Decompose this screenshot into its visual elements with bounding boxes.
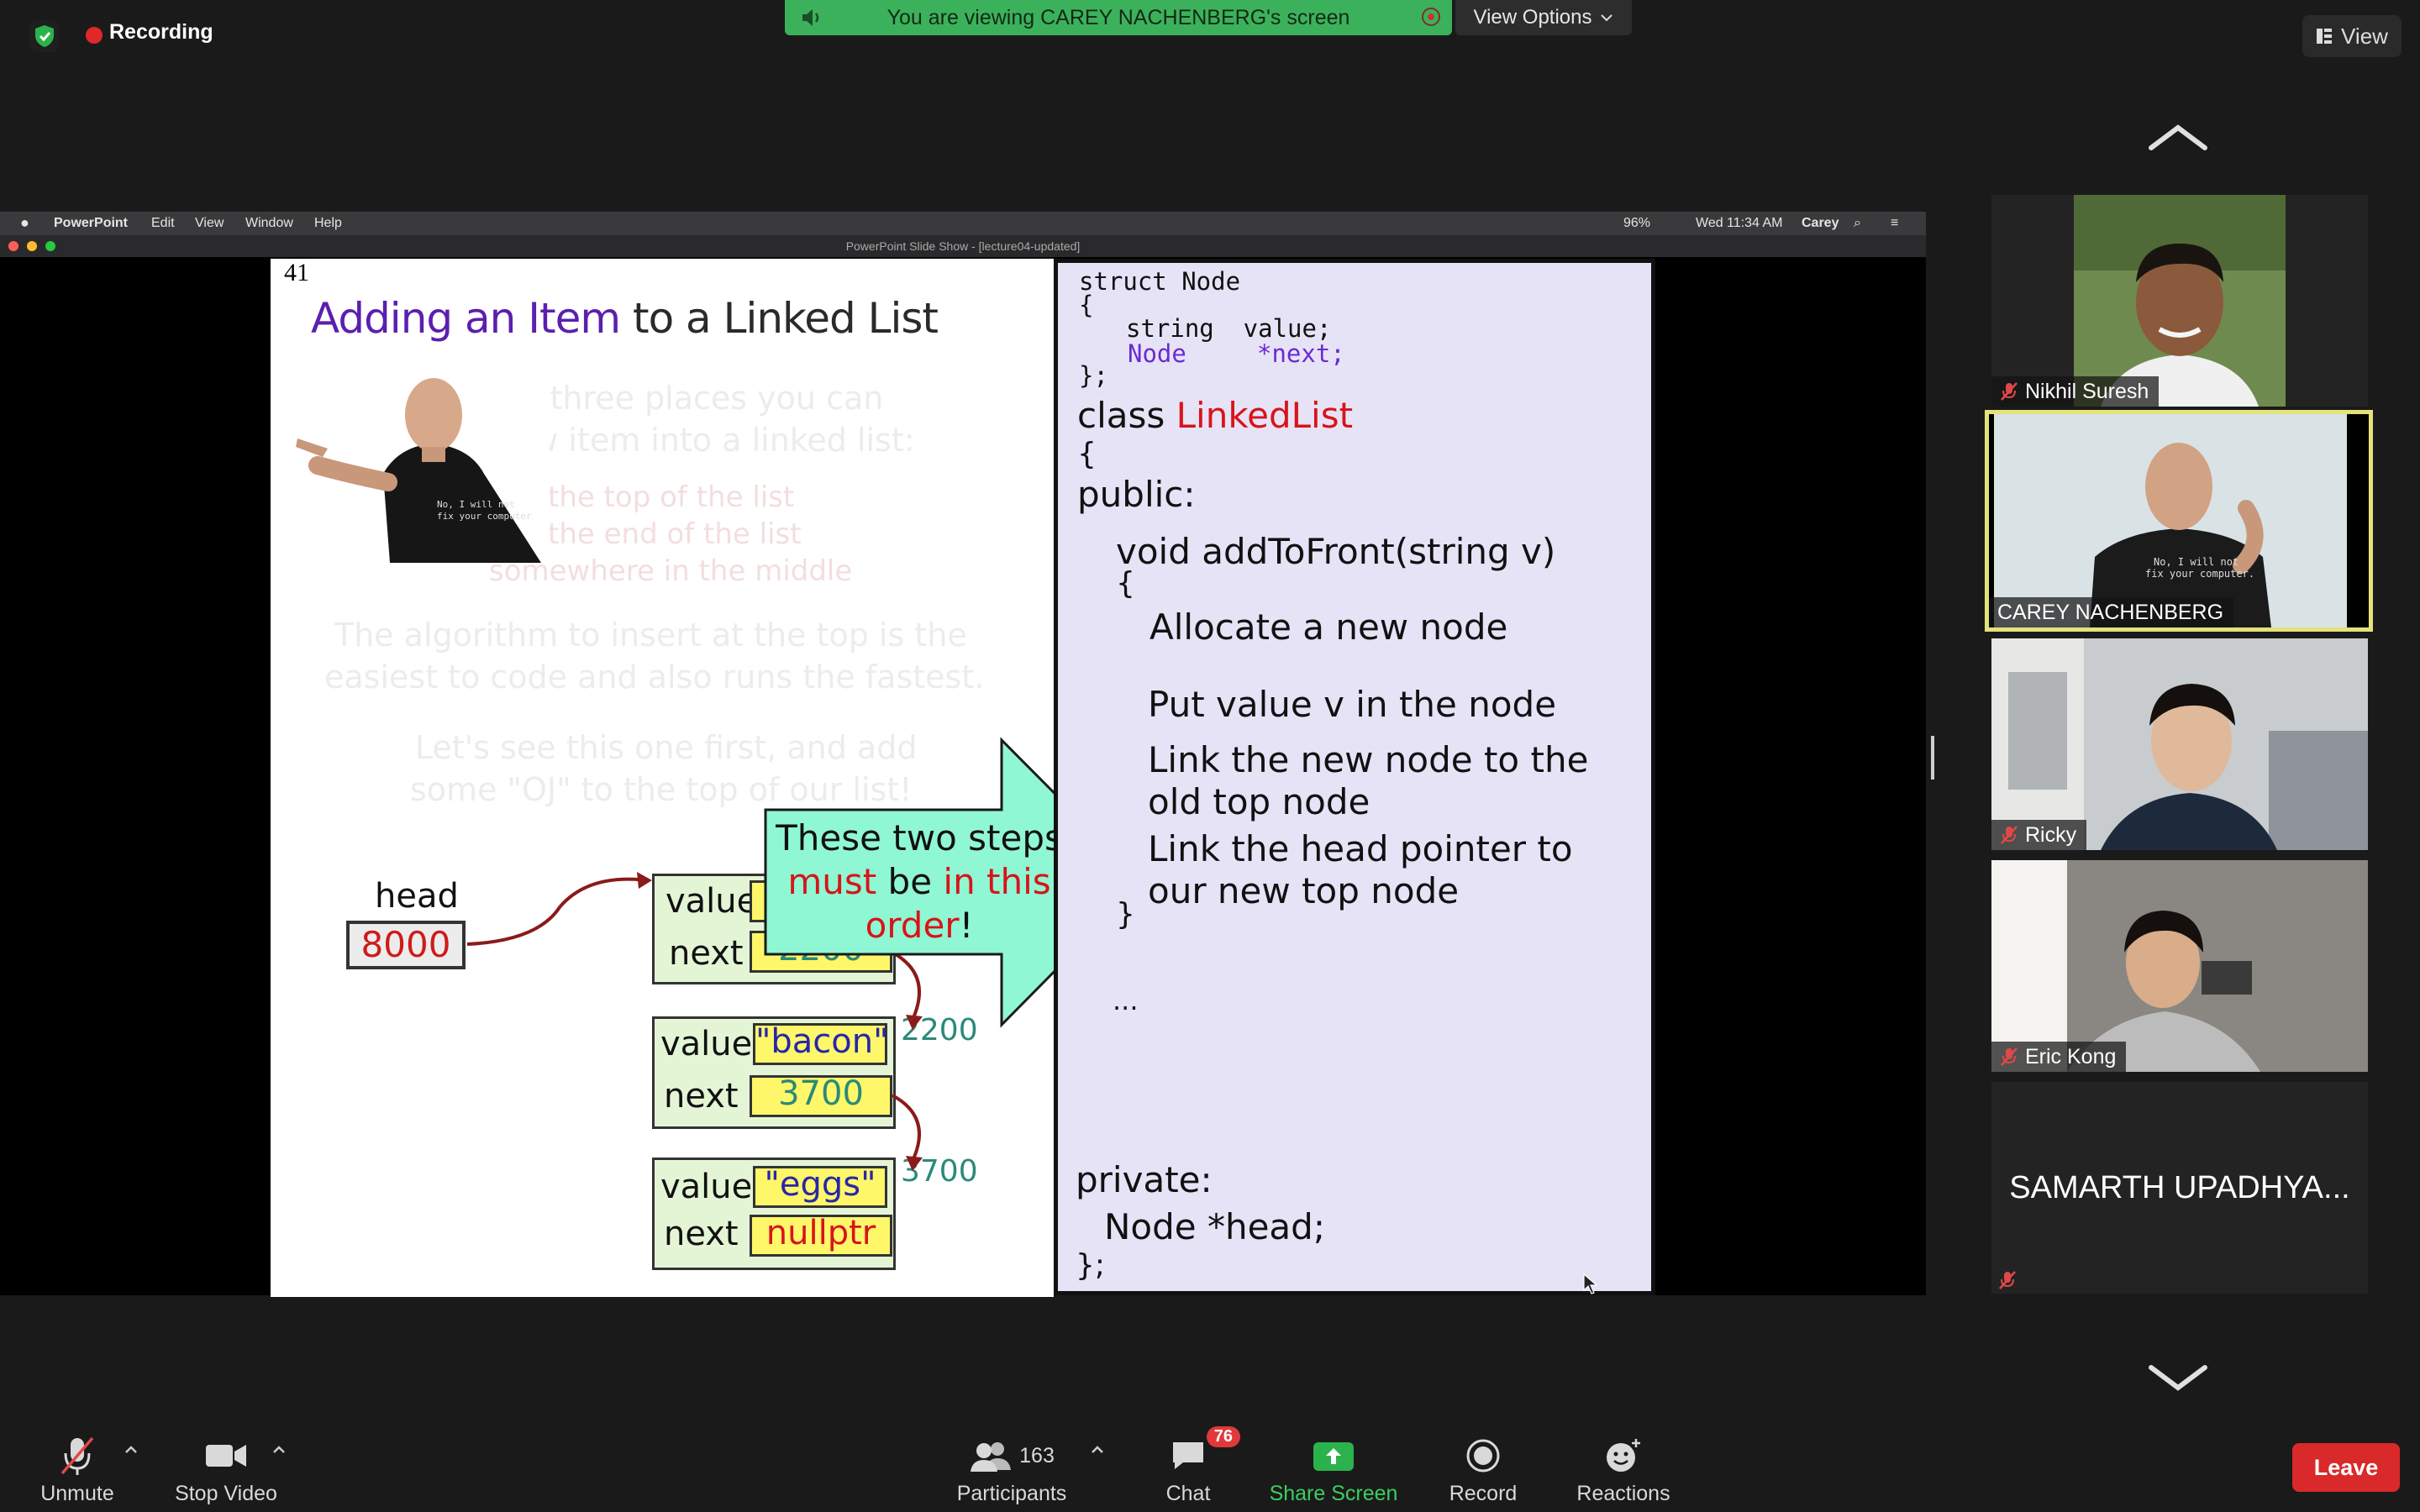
scroll-down-chevron-icon[interactable] bbox=[2148, 1362, 2208, 1393]
reactions-label: Reactions bbox=[1576, 1482, 1670, 1505]
callout-in-this: in this bbox=[943, 861, 1051, 902]
record-icon bbox=[1466, 1439, 1500, 1473]
participants-button[interactable]: 163 Participants bbox=[953, 1435, 1071, 1506]
record-label: Record bbox=[1449, 1482, 1518, 1505]
participants-count: 163 bbox=[1019, 1443, 1055, 1467]
panel-resize-handle[interactable] bbox=[1931, 736, 1934, 780]
video-feed-eric bbox=[1991, 860, 2368, 1072]
code-brace-open: { bbox=[1079, 291, 1094, 319]
chat-unread-badge: 76 bbox=[1206, 1426, 1240, 1447]
participants-icon bbox=[971, 1442, 1012, 1472]
mouse-cursor-icon bbox=[1583, 1273, 1598, 1294]
code-class-name: LinkedList bbox=[1176, 395, 1354, 436]
participant-tile-samarth[interactable]: SAMARTH UPADHYA... bbox=[1991, 1082, 2368, 1294]
video-feed-ricky bbox=[1991, 638, 2368, 850]
code-private: private: bbox=[1076, 1159, 1213, 1200]
svg-text:fix your computer.: fix your computer. bbox=[2145, 568, 2254, 580]
muted-mic-icon bbox=[2001, 826, 2018, 844]
audio-options-caret-icon[interactable] bbox=[124, 1443, 138, 1457]
callout-line2: must be in this bbox=[768, 860, 1071, 904]
participant-name: Eric Kong bbox=[2025, 1044, 2117, 1068]
participant-name: Ricky bbox=[2025, 822, 2077, 847]
chat-bubble-icon bbox=[1173, 1442, 1203, 1469]
code-method-close: } bbox=[1116, 897, 1135, 932]
reactions-button[interactable]: Reactions bbox=[1573, 1435, 1674, 1506]
video-options-caret-icon[interactable] bbox=[272, 1443, 286, 1457]
record-button[interactable]: Record bbox=[1445, 1435, 1521, 1506]
code-string-line: string value; bbox=[1126, 314, 1332, 343]
muted-mic-icon bbox=[1999, 1271, 2016, 1289]
unmute-button[interactable]: Unmute bbox=[34, 1435, 121, 1506]
muted-mic-icon bbox=[2001, 382, 2018, 401]
code-next-member: *next; bbox=[1257, 339, 1345, 368]
participant-name: CAREY NACHENBERG bbox=[1997, 600, 2224, 624]
code-public: public: bbox=[1077, 474, 1196, 515]
participant-tile-carey-active[interactable]: No, I will not fix your computer. CAREY … bbox=[1985, 410, 2373, 632]
participant-name: Nikhil Suresh bbox=[2025, 379, 2149, 403]
participant-name: SAMARTH UPADHYA... bbox=[2009, 1170, 2350, 1205]
stop-video-button[interactable]: Stop Video bbox=[171, 1435, 281, 1506]
participant-tile-eric[interactable]: Eric Kong bbox=[1991, 860, 2368, 1072]
code-step-put-value: Put value v in the node bbox=[1148, 684, 1557, 725]
code-step-link-new-1: Link the new node to the bbox=[1148, 739, 1589, 780]
code-method-brace: { bbox=[1116, 566, 1135, 601]
code-step-link-new-2: old top node bbox=[1148, 781, 1370, 822]
share-screen-label: Share Screen bbox=[1269, 1482, 1398, 1505]
code-step-allocate: Allocate a new node bbox=[1150, 606, 1508, 648]
callout-be: be bbox=[876, 861, 944, 902]
code-class-close: }; bbox=[1076, 1248, 1106, 1283]
svg-text:No, I will not: No, I will not bbox=[2154, 556, 2238, 568]
participant-name-tag: Eric Kong bbox=[1991, 1042, 2127, 1072]
leave-button[interactable]: Leave bbox=[2292, 1443, 2400, 1492]
muted-microphone-icon bbox=[60, 1436, 94, 1475]
unmute-label: Unmute bbox=[40, 1482, 114, 1505]
participant-tile-ricky[interactable]: Ricky bbox=[1991, 638, 2368, 850]
code-class-brace: { bbox=[1077, 437, 1097, 471]
callout-bang: ! bbox=[959, 905, 974, 946]
code-class-line: class LinkedList bbox=[1077, 395, 1353, 436]
video-feed-carey: No, I will not fix your computer. bbox=[1989, 414, 2369, 627]
code-struct-line: struct Node bbox=[1079, 267, 1241, 296]
video-camera-icon bbox=[206, 1445, 246, 1467]
stop-video-label: Stop Video bbox=[175, 1482, 277, 1505]
participants-options-caret-icon[interactable] bbox=[1091, 1443, 1104, 1457]
code-head-member: Node *head; bbox=[1104, 1206, 1325, 1247]
participant-name-tag: Nikhil Suresh bbox=[1991, 376, 2160, 407]
share-screen-icon bbox=[1313, 1442, 1354, 1471]
callout-line3: order! bbox=[768, 904, 1071, 948]
chat-label: Chat bbox=[1165, 1482, 1211, 1505]
participant-name-tag: CAREY NACHENBERG bbox=[1989, 597, 2234, 627]
video-feed-nikhil bbox=[1991, 195, 2368, 407]
callout-order: order bbox=[865, 905, 960, 946]
code-step-link-head-2: our new top node bbox=[1148, 870, 1460, 911]
code-struct-close: }; bbox=[1079, 361, 1108, 390]
chat-button[interactable]: 76 Chat bbox=[1161, 1426, 1240, 1506]
callout-line1: These two steps bbox=[776, 817, 1063, 858]
code-method: void addToFront(string v) bbox=[1116, 531, 1556, 572]
callout-must: must bbox=[787, 861, 877, 902]
callout-text: These two steps must be in this order! bbox=[768, 816, 1071, 948]
participant-tile-nikhil[interactable]: Nikhil Suresh bbox=[1991, 195, 2368, 407]
muted-mic-icon bbox=[2001, 1047, 2018, 1066]
participant-name-tag: Ricky bbox=[1991, 820, 2087, 850]
share-screen-button[interactable]: Share Screen bbox=[1264, 1435, 1403, 1506]
reactions-smiley-icon bbox=[1607, 1439, 1640, 1472]
code-step-link-head-1: Link the head pointer to bbox=[1148, 828, 1573, 869]
participants-label: Participants bbox=[956, 1482, 1067, 1505]
code-ellipsis: ... bbox=[1113, 984, 1139, 1016]
code-class-kw: class bbox=[1077, 395, 1176, 436]
code-node-type: Node bbox=[1128, 339, 1186, 368]
scroll-up-chevron-icon[interactable] bbox=[2148, 123, 2208, 153]
